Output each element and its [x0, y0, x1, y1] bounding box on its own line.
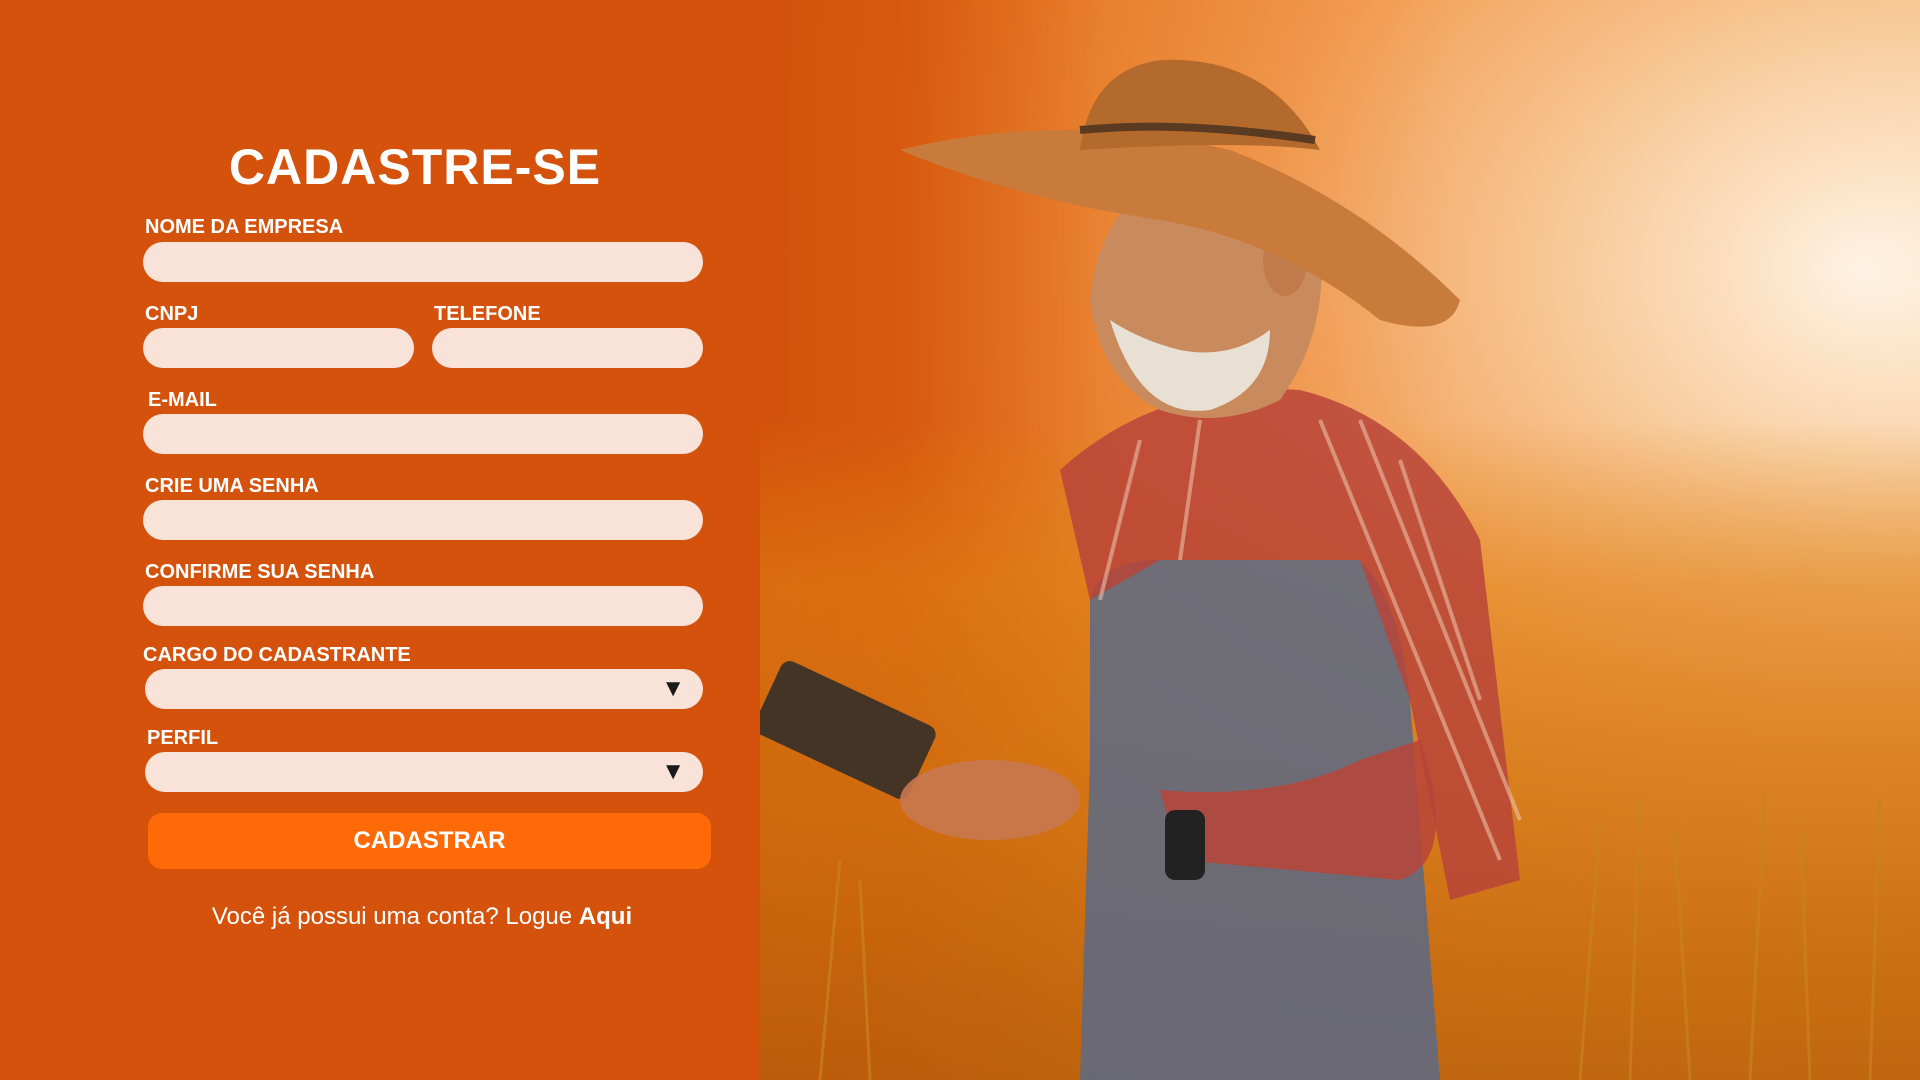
cnpj-label: CNPJ — [145, 303, 199, 325]
cnpj-input[interactable] — [143, 328, 414, 368]
email-label: E-MAIL — [148, 389, 217, 411]
company-name-input[interactable] — [143, 242, 703, 282]
role-select[interactable]: ▼ — [145, 669, 703, 709]
profile-select[interactable]: ▼ — [145, 752, 703, 792]
chevron-down-icon: ▼ — [661, 675, 685, 702]
page-title: CADASTRE-SE — [228, 139, 602, 195]
company-name-label: NOME DA EMPRESA — [145, 216, 344, 238]
farmer-illustration — [760, 59, 1882, 1080]
password-label: CRIE UMA SENHA — [145, 475, 319, 497]
login-link[interactable]: Aqui — [579, 903, 632, 930]
chevron-down-icon: ▼ — [661, 758, 685, 785]
email-input[interactable] — [143, 414, 703, 454]
phone-input[interactable] — [432, 328, 703, 368]
phone-label: TELEFONE — [434, 303, 541, 325]
hero-image — [760, 0, 1920, 1080]
confirm-password-label: CONFIRME SUA SENHA — [145, 561, 375, 583]
profile-label: PERFIL — [147, 727, 219, 749]
role-label: CARGO DO CADASTRANTE — [143, 644, 411, 666]
login-prompt: Você já possui uma conta? Logue Aqui — [148, 903, 696, 931]
login-prompt-text: Você já possui uma conta? Logue — [211, 903, 573, 930]
confirm-password-input[interactable] — [143, 586, 703, 626]
password-input[interactable] — [143, 500, 703, 540]
register-button[interactable]: CADASTRAR — [148, 813, 711, 869]
